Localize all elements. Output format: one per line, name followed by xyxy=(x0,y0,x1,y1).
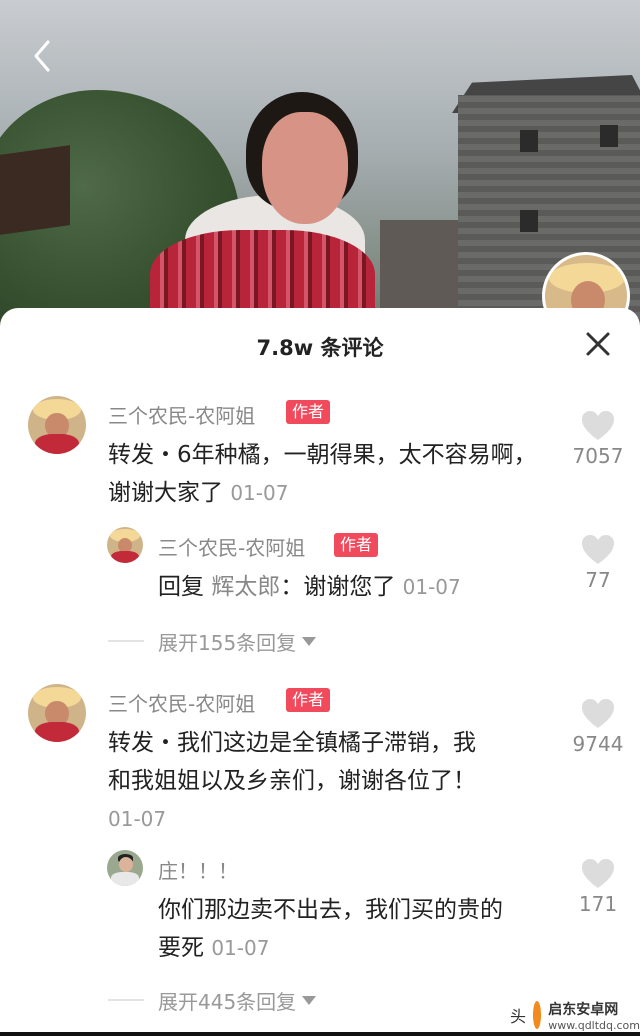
author-badge: 作者 xyxy=(286,400,331,424)
reply-time: 01-07 xyxy=(402,575,461,599)
like-count: 9744 xyxy=(572,732,624,756)
comment-username[interactable]: 三个农民-农阿姐 xyxy=(108,688,255,717)
building-window xyxy=(520,210,538,232)
building-window xyxy=(600,125,618,147)
watermark-url: www.qdltdq.com xyxy=(548,1018,640,1032)
reply-avatar[interactable] xyxy=(107,527,143,563)
chevron-left-icon xyxy=(34,40,50,72)
comment-text[interactable]: 转发・6年种橘，一朝得果，太不容易啊，谢谢大家了 01-07 xyxy=(108,436,558,512)
like-count: 7057 xyxy=(572,444,624,468)
comment-username[interactable]: 三个农民-农阿姐 xyxy=(108,400,255,429)
person-face xyxy=(262,112,348,224)
background-shed xyxy=(0,145,70,235)
divider-line xyxy=(108,640,144,642)
comment-body: 我们这边是全镇橘子滞销，我 xyxy=(177,730,476,756)
heart-icon[interactable] xyxy=(581,534,615,566)
building-window xyxy=(520,130,538,152)
reply-text[interactable]: 你们那边卖不出去，我们买的贵的 要死 01-07 xyxy=(158,891,568,967)
reply-word: 回复 xyxy=(158,574,204,600)
reply-line: 要死 01-07 xyxy=(158,929,568,967)
like-count: 171 xyxy=(578,892,618,916)
author-badge: 作者 xyxy=(286,688,331,712)
repost-prefix: 转发・ xyxy=(108,442,177,468)
author-badge: 作者 xyxy=(334,533,379,557)
comment-count-title: 7.8w 条评论 xyxy=(256,336,384,360)
watermark-name: 启东安卓网 xyxy=(548,1001,619,1018)
watermark-logo-icon xyxy=(530,998,545,1032)
expand-replies-label: 展开445条回复 xyxy=(158,989,297,1014)
watermark-char: 头 xyxy=(510,1007,527,1026)
chevron-down-icon xyxy=(302,995,317,1005)
heart-icon[interactable] xyxy=(581,410,615,442)
reply-avatar[interactable] xyxy=(107,850,143,886)
comment-time: 01-07 xyxy=(230,481,289,505)
like-count: 77 xyxy=(585,568,611,592)
repost-prefix: 转发・ xyxy=(108,730,177,756)
reply-username[interactable]: 三个农民-农阿姐 xyxy=(158,532,305,561)
close-icon xyxy=(586,332,610,356)
reply-username[interactable]: 庄！！！ xyxy=(158,855,238,884)
user-avatar[interactable] xyxy=(28,684,86,742)
back-button[interactable] xyxy=(24,36,64,76)
site-watermark: 头 启东安卓网 www.qdltdq.com xyxy=(510,994,640,1036)
reply-body: ：谢谢您了 xyxy=(280,574,396,600)
heart-icon[interactable] xyxy=(581,858,615,890)
comment-time: 01-07 xyxy=(108,807,167,831)
comment-text[interactable]: 转发・我们这边是全镇橘子滞销，我 和我姐姐以及乡亲们，谢谢各位了！ 01-07 xyxy=(108,724,578,838)
comment-line: 转发・我们这边是全镇橘子滞销，我 xyxy=(108,724,578,762)
expand-replies-button[interactable]: 展开445条回复 xyxy=(108,985,317,1015)
heart-icon[interactable] xyxy=(581,698,615,730)
comment-line: 和我姐姐以及乡亲们，谢谢各位了！ xyxy=(108,768,476,794)
bottom-bar xyxy=(0,1032,640,1036)
divider-line xyxy=(108,999,144,1001)
reply-time: 01-07 xyxy=(211,936,270,960)
reply-text[interactable]: 回复 辉太郎：谢谢您了 01-07 xyxy=(158,568,558,606)
comment-sheet: 7.8w 条评论 三个农民-农阿姐 作者 转发・6年种橘，一朝得果，太不容易啊，… xyxy=(0,308,640,1036)
expand-replies-button[interactable]: 展开155条回复 xyxy=(108,626,317,656)
reply-target-user[interactable]: 辉太郎 xyxy=(211,574,280,600)
close-button[interactable] xyxy=(582,328,614,360)
expand-replies-label: 展开155条回复 xyxy=(158,630,297,655)
reply-body: 要死 xyxy=(158,935,204,961)
user-avatar[interactable] xyxy=(28,396,86,454)
reply-line: 你们那边卖不出去，我们买的贵的 xyxy=(158,897,503,923)
chevron-down-icon xyxy=(302,636,317,646)
